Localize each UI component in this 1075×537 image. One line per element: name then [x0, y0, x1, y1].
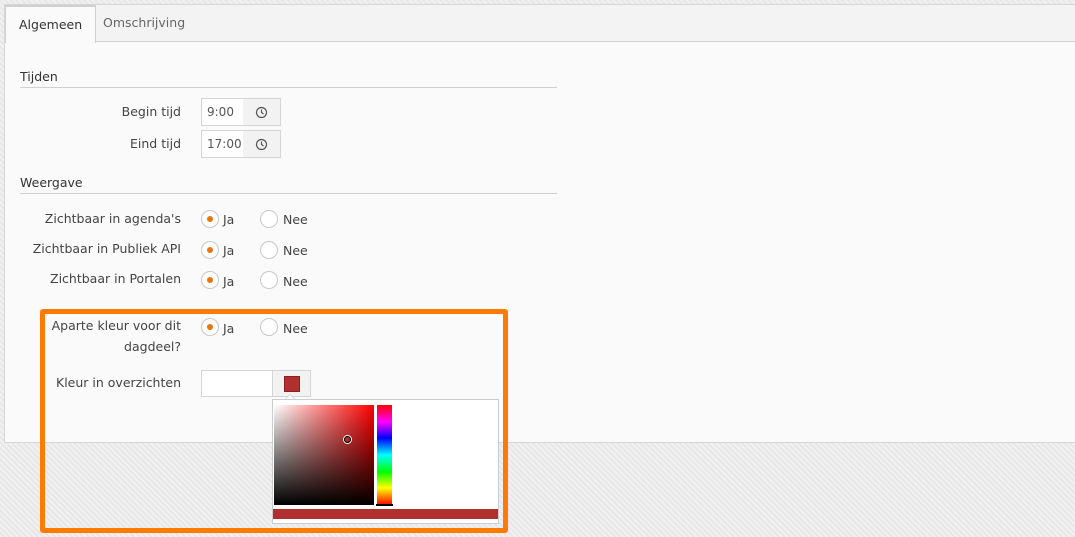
end-time-clock-button[interactable]: [243, 130, 281, 158]
visible-agenda-no-label: Nee: [283, 212, 308, 227]
visible-api-no-radio[interactable]: [260, 241, 278, 259]
visible-agenda-yes-label: Ja: [223, 212, 235, 227]
section-title-weergave: Weergave: [20, 175, 557, 194]
visible-portals-label: Zichtbaar in Portalen: [50, 271, 181, 286]
begin-time-label: Begin tijd: [121, 104, 181, 119]
visible-api-yes-label: Ja: [223, 243, 235, 258]
visible-portals-no-label: Nee: [283, 274, 308, 289]
visible-portals-no-radio[interactable]: [260, 271, 278, 289]
begin-time-clock-button[interactable]: [243, 98, 281, 126]
clock-icon: [255, 138, 268, 150]
visible-portals-yes-radio[interactable]: [201, 271, 219, 289]
visible-api-no-label: Nee: [283, 243, 308, 258]
section-title-tijden: Tijden: [20, 69, 557, 88]
clock-icon: [255, 106, 268, 118]
visible-portals-yes-label: Ja: [223, 274, 235, 289]
visible-api-label: Zichtbaar in Publiek API: [32, 241, 181, 256]
tab-algemeen[interactable]: Algemeen: [5, 5, 97, 43]
end-time-input[interactable]: 17:00: [201, 130, 244, 158]
tab-bar: Algemeen Omschrijving: [5, 5, 1075, 43]
visible-agenda-label: Zichtbaar in agenda's: [44, 211, 181, 226]
visible-agenda-no-radio[interactable]: [260, 210, 278, 228]
highlight-box: [40, 309, 508, 533]
begin-time-input[interactable]: 9:00: [201, 98, 244, 126]
visible-agenda-yes-radio[interactable]: [201, 210, 219, 228]
visible-api-yes-radio[interactable]: [201, 241, 219, 259]
tab-omschrijving[interactable]: Omschrijving: [90, 5, 198, 43]
end-time-label: Eind tijd: [130, 136, 181, 151]
